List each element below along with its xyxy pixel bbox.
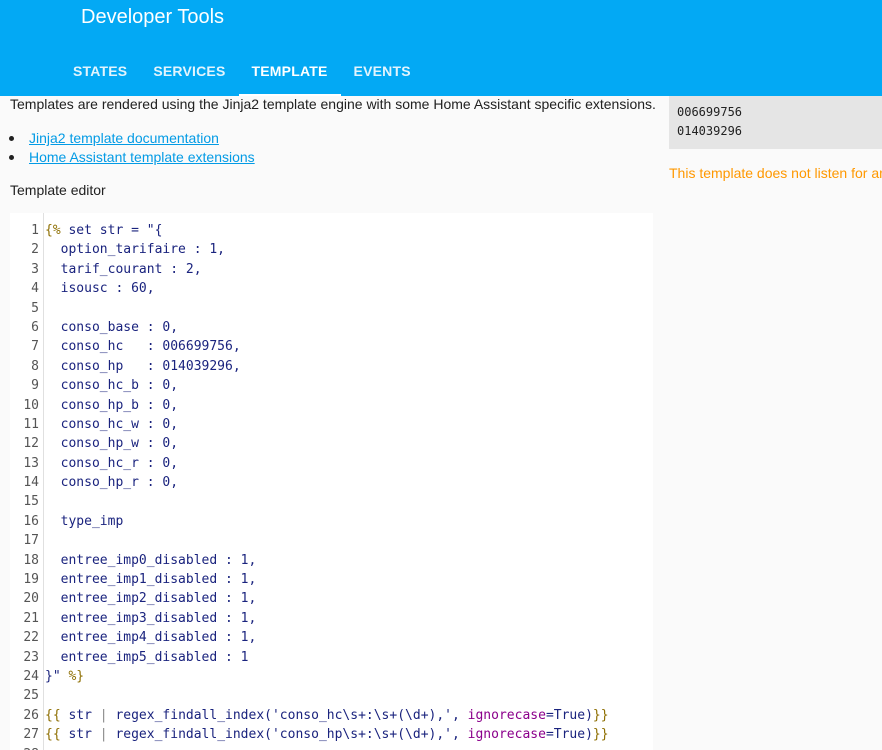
line-number: 13 <box>23 455 39 471</box>
code-line: conso_hc : 006699756, <box>45 339 241 355</box>
template-listener-note: This template does not listen for any <box>669 165 882 181</box>
line-number: 27 <box>23 727 39 743</box>
docs-link-list: Jinja2 template documentation Home Assis… <box>9 129 255 167</box>
code-line: entree_imp1_disabled : 1, <box>45 572 257 588</box>
line-number: 17 <box>23 533 39 549</box>
line-number: 23 <box>23 649 39 665</box>
template-editor[interactable]: 1 2 3 4 5 6 7 8 9 10 11 12 13 14 15 16 17 18 19 20 21 22 23 24 2… <box>10 213 653 750</box>
line-number: 19 <box>23 572 39 588</box>
line-number: 1 <box>31 223 39 238</box>
line-number: 3 <box>31 261 39 277</box>
line-number: 8 <box>31 358 39 374</box>
line-number: 20 <box>23 591 39 607</box>
page-title: Developer Tools <box>81 6 225 28</box>
ha-template-extensions-link[interactable]: Home Assistant template extensions <box>29 149 255 165</box>
code-line: ​ <box>45 686 609 705</box>
code-line: entree_imp3_disabled : 1, <box>45 610 257 626</box>
code-line: {% set str = "{ <box>45 223 163 238</box>
result-line: 014039296 <box>677 124 743 138</box>
line-number: 28 <box>10 745 39 750</box>
line-number: 14 <box>23 475 39 491</box>
code-line: entree_imp0_disabled : 1, <box>45 552 257 568</box>
line-number: 12 <box>23 436 39 452</box>
line-number: 2 <box>31 242 39 258</box>
result-line: 006699756 <box>677 105 743 119</box>
line-number: 4 <box>31 281 39 297</box>
code-line: option_tarifaire : 1, <box>45 242 226 258</box>
code-line: }" %} <box>45 668 85 684</box>
code-line: conso_hp_b : 0, <box>45 397 179 413</box>
line-number: 5 <box>31 300 39 316</box>
code-line: conso_hp_w : 0, <box>45 436 179 452</box>
line-number: 25 <box>23 688 39 704</box>
line-number: 16 <box>23 513 39 529</box>
code-line: conso_hc_w : 0, <box>45 416 179 432</box>
template-intro-text: Templates are rendered using the Jinja2 … <box>10 96 656 112</box>
line-number-gutter: 1 2 3 4 5 6 7 8 9 10 11 12 13 14 15 16 17 18 19 20 21 22 23 24 2… <box>10 221 39 750</box>
line-number: 26 <box>23 707 39 723</box>
line-number: 10 <box>23 397 39 413</box>
line-number: 9 <box>31 378 39 394</box>
code-content[interactable]: {% set str = "{ option_tarifaire : 1, ta… <box>45 221 609 750</box>
tab-states[interactable]: STATES <box>60 57 140 96</box>
gutter-divider <box>43 213 44 750</box>
code-line: conso_hp_r : 0, <box>45 475 179 491</box>
code-line: type_imp <box>45 513 124 529</box>
line-number: 6 <box>31 319 39 335</box>
template-result: 006699756 014039296 <box>669 96 882 149</box>
code-line: entree_imp4_disabled : 1, <box>45 630 257 646</box>
tab-template[interactable]: TEMPLATE <box>238 57 341 96</box>
list-item: Home Assistant template extensions <box>9 148 255 167</box>
code-line: conso_hc_b : 0, <box>45 378 179 394</box>
line-number: 24 <box>23 668 39 684</box>
line-number: 18 <box>23 552 39 568</box>
jinja2-docs-link[interactable]: Jinja2 template documentation <box>29 130 219 146</box>
code-line: conso_hp : 014039296, <box>45 358 241 374</box>
line-number: 22 <box>23 630 39 646</box>
list-item: Jinja2 template documentation <box>9 129 255 148</box>
code-line: entree_imp2_disabled : 1, <box>45 591 257 607</box>
code-line: conso_hc_r : 0, <box>45 455 179 471</box>
line-number: 7 <box>31 339 39 355</box>
code-line: tarif_courant : 2, <box>45 261 202 277</box>
code-line: ​ <box>45 492 609 511</box>
line-number: 11 <box>23 416 39 432</box>
tab-events[interactable]: EVENTS <box>341 57 424 96</box>
code-line: ​ <box>45 299 609 318</box>
code-line: isousc : 60, <box>45 281 155 297</box>
template-editor-label: Template editor <box>10 182 106 198</box>
code-line: ​ <box>45 745 609 750</box>
line-number: 15 <box>23 494 39 510</box>
line-number: 21 <box>23 610 39 626</box>
app-header: Developer Tools STATES SERVICES TEMPLATE… <box>0 0 882 96</box>
code-line: ​ <box>45 531 609 550</box>
code-line: {{ str | regex_findall_index('conso_hc\s… <box>45 707 609 723</box>
code-line: {{ str | regex_findall_index('conso_hp\s… <box>45 727 609 743</box>
tab-bar: STATES SERVICES TEMPLATE EVENTS <box>60 57 424 96</box>
tab-services[interactable]: SERVICES <box>140 57 238 96</box>
code-line: conso_base : 0, <box>45 319 179 335</box>
code-line: entree_imp5_disabled : 1 <box>45 649 249 665</box>
